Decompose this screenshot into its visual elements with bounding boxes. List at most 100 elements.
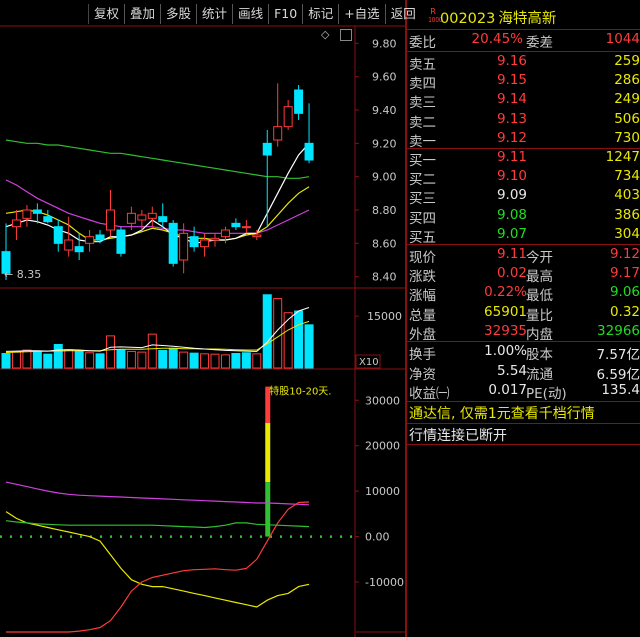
toolbar-button-6[interactable]: 标记: [302, 4, 338, 24]
volume-tick-label: 15000: [367, 310, 402, 323]
volume-bar: [220, 354, 230, 369]
fund-label: 净资: [409, 366, 436, 383]
quote-value: 65901: [484, 303, 527, 320]
flow-line: [5, 520, 310, 529]
diamond-icon[interactable]: ◇: [321, 28, 329, 41]
toolbar-button-3[interactable]: 统计: [196, 4, 232, 24]
ask-row: 卖五 9.16 259: [407, 53, 640, 73]
candle-body: [304, 142, 314, 161]
bid-row: 买一 9.11 1247: [407, 149, 640, 169]
price-tick-label: 9.40: [372, 104, 397, 117]
quote-label: 最低: [526, 288, 553, 305]
bid-row: 买二 9.10 734: [407, 168, 640, 188]
candle-body: [106, 209, 115, 231]
volume-bar: [106, 335, 115, 369]
candle-body: [32, 209, 42, 214]
volume-bar: [210, 353, 220, 369]
volume-bar: [189, 352, 199, 369]
candle-body: [126, 212, 136, 224]
fund-label: PE(动): [526, 386, 567, 402]
fund-value: 6.59亿: [596, 366, 640, 383]
volume-bar: [74, 350, 84, 369]
price-ma-line: [5, 142, 310, 244]
quote-row: 涨跌 0.02 最高 9.17: [407, 265, 640, 286]
bid-label: 买四: [409, 210, 436, 227]
quote-label: 内盘: [526, 326, 553, 343]
stock-name: 海特高新: [498, 11, 557, 27]
flow-tick-label: 30000: [365, 394, 400, 407]
badge-top: R: [430, 7, 436, 16]
fund-label: 换手: [409, 347, 436, 363]
quote-value: 9.11: [496, 246, 527, 262]
candle-body: [95, 234, 105, 241]
bid-label: 买一: [409, 153, 436, 169]
ask-label: 卖五: [409, 57, 436, 73]
quote-value: 32935: [484, 322, 527, 339]
ask-label: 卖四: [409, 76, 436, 93]
quote-row: 涨幅 0.22% 最低 9.06: [407, 284, 640, 305]
ask-row: 卖二 9.13 506: [407, 110, 640, 131]
signal-bar-green: [265, 482, 271, 537]
candle-body: [231, 222, 241, 228]
volume-pane: [1, 294, 314, 369]
ask-price: 9.13: [496, 110, 527, 127]
volume-bar: [11, 351, 21, 369]
volume-bar: [137, 351, 147, 369]
badge-bottom: 1000: [428, 16, 443, 24]
candle-body: [11, 219, 21, 228]
bid-label: 买三: [409, 191, 436, 208]
ask-row: 卖三 9.14 249: [407, 91, 640, 111]
volume-bar: [1, 352, 11, 369]
toolbar-button-4[interactable]: 画线: [232, 4, 268, 24]
flow-line: [5, 481, 310, 506]
fund-value: 5.54: [496, 362, 527, 379]
ask-row: 卖四 9.15 286: [407, 72, 640, 93]
candle-body: [200, 239, 210, 248]
fund-value: 7.57亿: [596, 347, 640, 363]
volume-bar: [32, 350, 42, 369]
volume-bar: [262, 294, 272, 369]
ask-row: 卖一 9.12 730: [407, 130, 640, 150]
toolbar-button-2[interactable]: 多股: [160, 4, 196, 24]
candle-body: [74, 246, 84, 253]
quote-value: 9.17: [609, 265, 640, 282]
candle-body: [64, 239, 74, 251]
quote-row: 外盘 32935 内盘 32966: [407, 322, 640, 343]
wei-bi-label: 委比: [409, 35, 436, 51]
volume-bar: [241, 352, 251, 369]
bid-price: 9.08: [496, 206, 527, 223]
candle-body: [294, 89, 304, 114]
quote-value: 9.12: [609, 246, 640, 262]
price-tick-label: 9.60: [372, 71, 397, 84]
bid-volume: 403: [614, 187, 640, 204]
quote-row: 现价 9.11 今开 9.12: [407, 246, 640, 266]
bid-volume: 734: [614, 168, 640, 185]
quote-label: 今开: [526, 250, 553, 266]
connection-status: 行情连接已断开: [409, 428, 507, 444]
flow-tick-label: -10000: [365, 576, 404, 589]
chart-area[interactable]: 9.80 9.60 9.40 9.20 9.00 8.80 8.60 8.40 ← 8.35 15…: [0, 0, 407, 637]
toolbar-button-0[interactable]: 复权: [88, 4, 124, 24]
upsell-notice[interactable]: 通达信, 仅需1元查看千档行情: [409, 403, 595, 423]
window-toggle-icon[interactable]: [340, 29, 352, 41]
bid-row: 买四 9.08 386: [407, 206, 640, 227]
fundamentals-row: 收益㈠ 0.017 PE(动) 135.4: [407, 382, 640, 402]
toolbar-button-1[interactable]: 叠加: [124, 4, 160, 24]
price-ma-line: [5, 179, 310, 234]
volume-bar: [200, 353, 210, 369]
flow-tick-label: 20000: [365, 440, 400, 453]
ask-volume: 506: [614, 110, 640, 127]
candle-body: [252, 234, 262, 238]
quote-label: 最高: [526, 269, 553, 286]
fund-value: 135.4: [601, 382, 640, 398]
fund-label: 流通: [526, 366, 553, 383]
candle-body: [210, 237, 220, 241]
quote-label: 涨幅: [409, 288, 436, 305]
volume-bar: [304, 324, 314, 369]
candle-body: [53, 226, 63, 244]
volume-bar: [95, 353, 105, 369]
toolbar-button-5[interactable]: F10: [268, 4, 302, 24]
toolbar-button-7[interactable]: +自选: [338, 4, 384, 24]
price-tick-label: 9.00: [372, 171, 397, 184]
candle-body: [22, 209, 32, 219]
